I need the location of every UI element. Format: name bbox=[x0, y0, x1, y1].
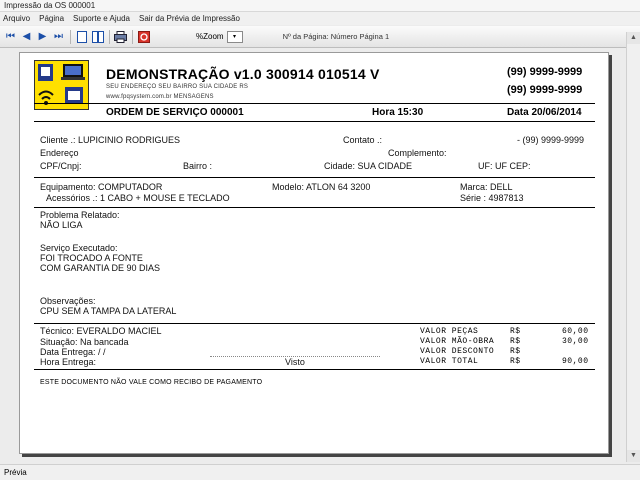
cliente-field: Cliente .: LUPICINIO RODRIGUES bbox=[40, 135, 181, 145]
client-divider bbox=[34, 177, 595, 178]
company-name: DEMONSTRAÇÃO v1.0 300914 010514 V bbox=[106, 66, 380, 82]
valor-pecas-label: VALOR PEÇAS bbox=[420, 327, 479, 336]
serie-field: Série : 4987813 bbox=[460, 193, 524, 203]
last-page-icon[interactable]: ⏭ bbox=[51, 29, 66, 44]
valor-total: 90,00 bbox=[562, 357, 589, 366]
os-data: Data 20/06/2014 bbox=[507, 107, 582, 118]
printer-icon[interactable] bbox=[113, 29, 128, 44]
cidade-field: Cidade: SUA CIDADE bbox=[324, 161, 413, 171]
currency-desconto: R$ bbox=[510, 347, 521, 356]
marca-field: Marca: DELL bbox=[460, 182, 513, 192]
equipamento-field: Equipamento: COMPUTADOR bbox=[40, 182, 163, 192]
valor-desconto-label: VALOR DESCONTO bbox=[420, 347, 495, 356]
cpf-field: CPF/Cnpj: bbox=[40, 161, 82, 171]
toolbar: ⏮ ◀ ▶ ⏭ %Zoom ▾ Nº da Página: Número Pág… bbox=[0, 26, 640, 48]
valor-pecas: 60,00 bbox=[562, 327, 589, 336]
close-preview-icon[interactable] bbox=[136, 29, 151, 44]
visto-label: Visto bbox=[285, 357, 305, 367]
phone-2: (99) 9999-9999 bbox=[507, 84, 583, 96]
title-divider bbox=[34, 121, 595, 122]
toolbar-separator bbox=[109, 29, 110, 44]
menu-sair[interactable]: Sair da Prévia de Impressão bbox=[139, 12, 240, 25]
bairro-field: Bairro : bbox=[183, 161, 213, 171]
servico-line-2: COM GARANTIA DE 90 DIAS bbox=[40, 263, 161, 273]
uf-cep-field: UF: UF CEP: bbox=[478, 161, 531, 171]
valor-mao: 30,00 bbox=[562, 337, 589, 346]
next-page-icon[interactable]: ▶ bbox=[35, 29, 50, 44]
header-divider bbox=[34, 103, 595, 104]
valor-total-label: VALOR TOTAL bbox=[420, 357, 479, 366]
os-title: ORDEM DE SERVIÇO 000001 bbox=[106, 107, 244, 118]
obs-text: CPU SEM A TAMPA DA LATERAL bbox=[40, 306, 177, 316]
printed-page: DEMONSTRAÇÃO v1.0 300914 010514 V SEU EN… bbox=[19, 52, 609, 454]
cliente-phone: - (99) 9999-9999 bbox=[517, 135, 585, 145]
equipment-divider bbox=[34, 207, 595, 208]
prev-page-icon[interactable]: ◀ bbox=[19, 29, 34, 44]
situacao-field: Situação: Na bancada bbox=[40, 337, 129, 347]
status-bar: Prévia bbox=[0, 464, 640, 480]
obs-divider bbox=[34, 323, 595, 324]
scroll-up-icon[interactable]: ▲ bbox=[627, 32, 640, 44]
scroll-down-icon[interactable]: ▼ bbox=[627, 450, 640, 462]
single-page-icon[interactable] bbox=[74, 29, 89, 44]
currency-pecas: R$ bbox=[510, 327, 521, 336]
zoom-label: %Zoom bbox=[196, 32, 224, 41]
phone-1: (99) 9999-9999 bbox=[507, 66, 583, 78]
vertical-scrollbar[interactable]: ▲ ▼ bbox=[626, 32, 640, 462]
acessorios-field: Acessórios .: 1 CABO + MOUSE E TECLADO bbox=[46, 193, 230, 203]
servico-label: Serviço Executado: bbox=[40, 243, 118, 253]
tecnico-field: Técnico: EVERALDO MACIEL bbox=[40, 326, 162, 336]
company-address: SEU ENDEREÇO SEU BAIRRO SUA CIDADE RS bbox=[106, 84, 249, 90]
endereco-field: Endereço bbox=[40, 148, 79, 158]
currency-total: R$ bbox=[510, 357, 521, 366]
company-site: www.fpqsystem.com.br MENSAGENS bbox=[106, 94, 214, 100]
problema-label: Problema Relatado: bbox=[40, 210, 120, 220]
toolbar-separator bbox=[70, 29, 71, 44]
two-pages-icon[interactable] bbox=[90, 29, 105, 44]
footer-note: ESTE DOCUMENTO NÃO VALE COMO RECIBO DE P… bbox=[40, 379, 263, 386]
toolbar-separator bbox=[132, 29, 133, 44]
zoom-select[interactable]: ▾ bbox=[226, 30, 243, 43]
data-entrega-field: Data Entrega: / / bbox=[40, 347, 106, 357]
contato-field: Contato .: bbox=[343, 135, 383, 145]
totals-divider bbox=[34, 369, 595, 370]
os-hora: Hora 15:30 bbox=[372, 107, 424, 118]
page-number: Nº da Página: Número Página 1 bbox=[282, 32, 390, 41]
menu-arquivo[interactable]: Arquivo bbox=[3, 12, 30, 25]
first-page-icon[interactable]: ⏮ bbox=[3, 29, 18, 44]
menu-bar: Arquivo Página Suporte e Ajuda Sair da P… bbox=[0, 12, 640, 25]
modelo-field: Modelo: ATLON 64 3200 bbox=[272, 182, 371, 192]
currency-mao: R$ bbox=[510, 337, 521, 346]
menu-suporte[interactable]: Suporte e Ajuda bbox=[73, 12, 130, 25]
menu-pagina[interactable]: Página bbox=[39, 12, 64, 25]
hora-entrega-field: Hora Entrega: bbox=[40, 357, 97, 367]
complemento-field: Complemento: bbox=[388, 148, 447, 158]
obs-label: Observações: bbox=[40, 296, 96, 306]
valor-mao-label: VALOR MÃO-OBRA bbox=[420, 337, 495, 346]
servico-line-1: FOI TROCADO A FONTE bbox=[40, 253, 143, 263]
window-title: Impressão da OS 000001 bbox=[0, 0, 640, 12]
problema-text: NÃO LIGA bbox=[40, 220, 83, 230]
